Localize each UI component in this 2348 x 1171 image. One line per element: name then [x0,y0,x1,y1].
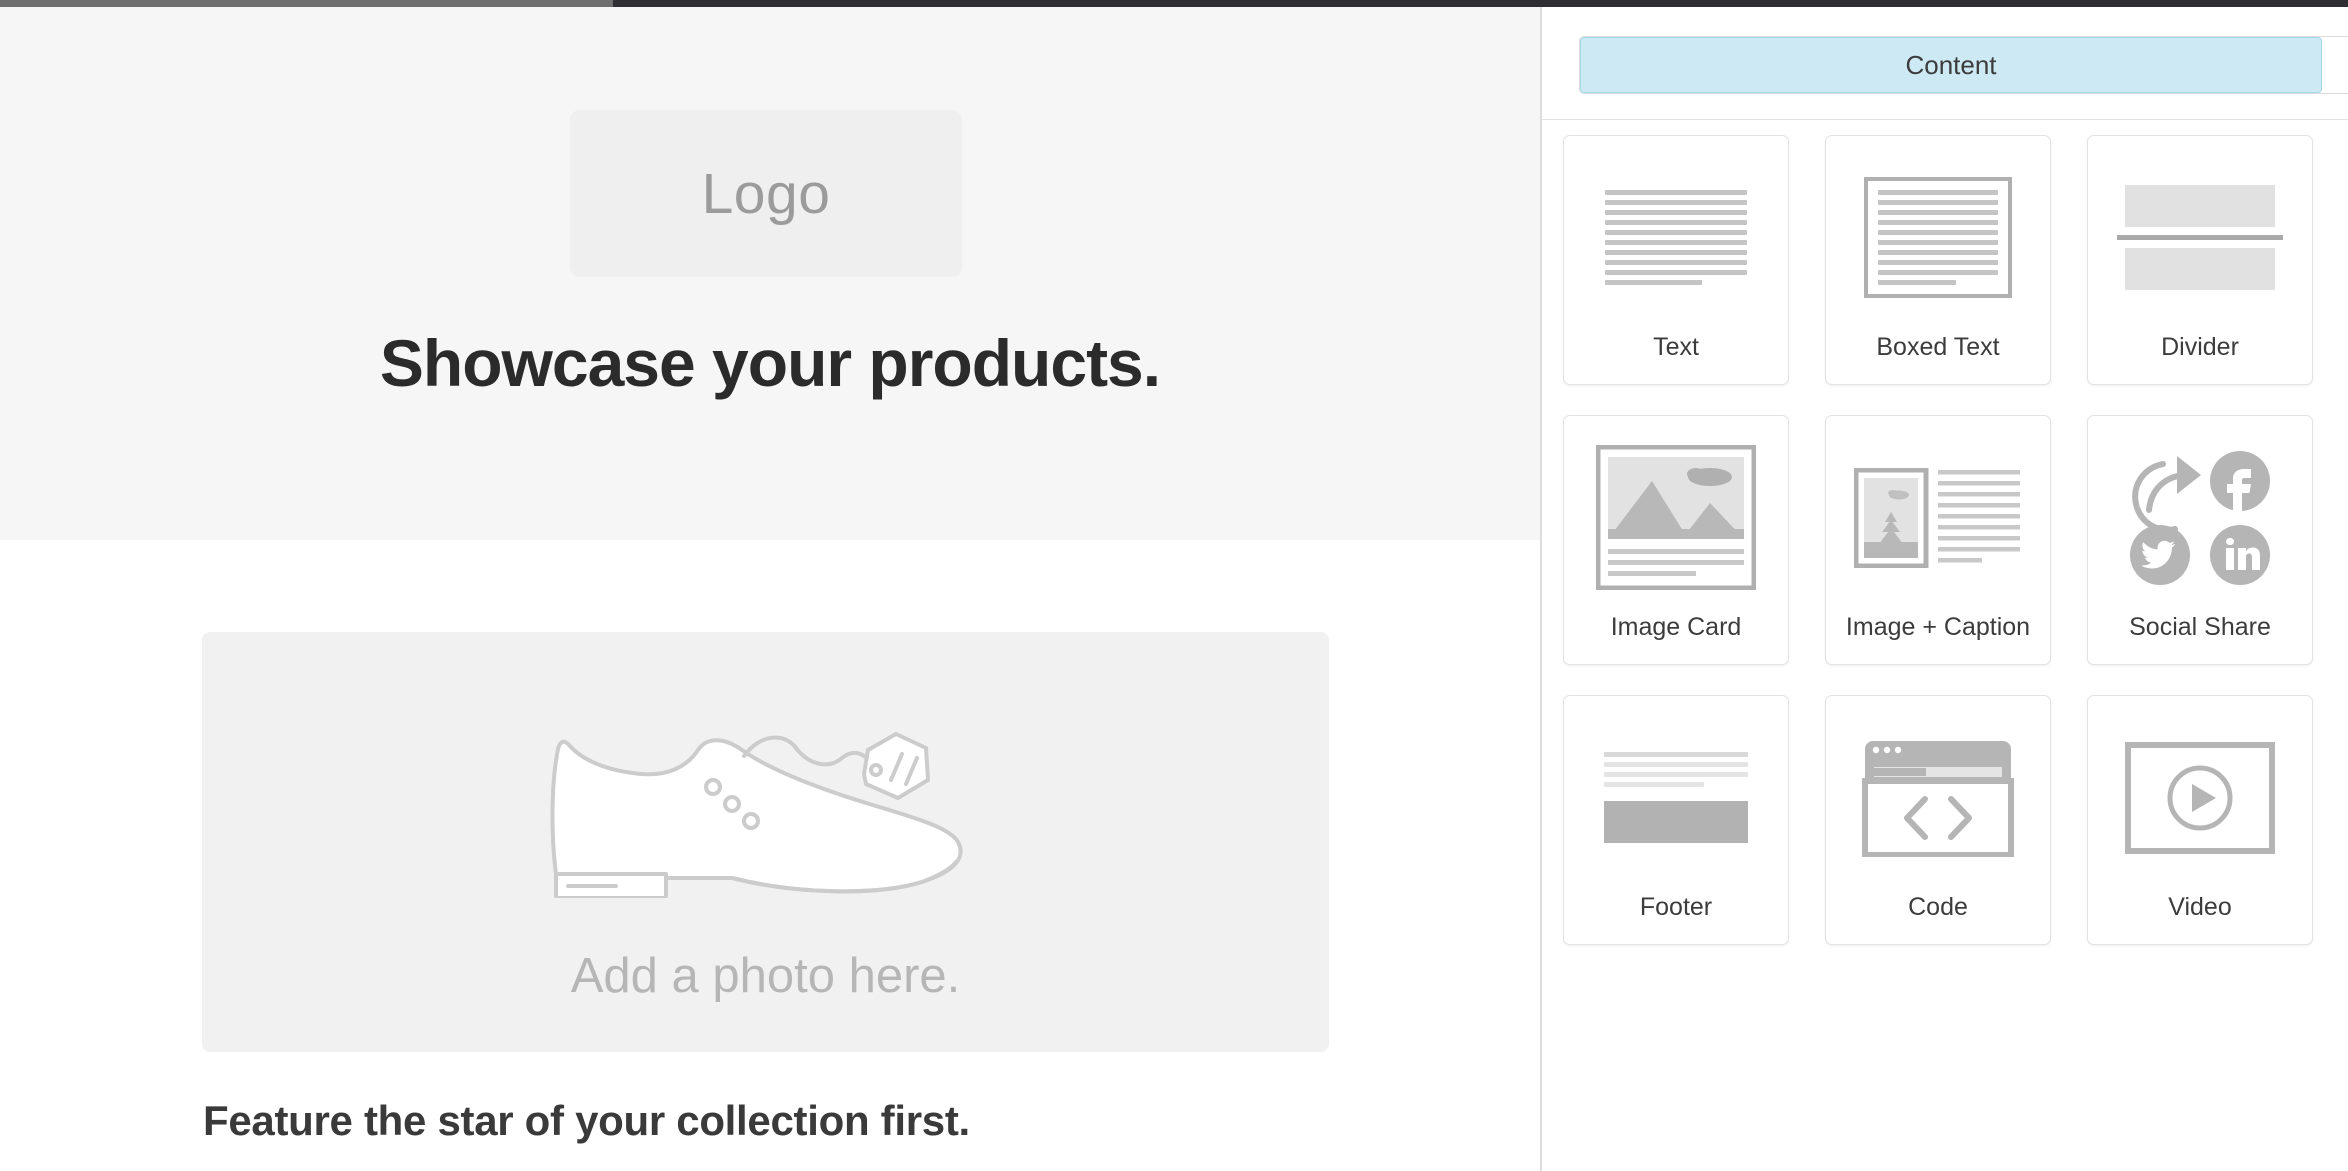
block-cell: Video [2087,695,2348,975]
block-cell: Divider [2087,135,2348,415]
window-top-strip [0,0,2348,7]
block-cell: Image Card [1563,415,1825,695]
email-preview-canvas[interactable]: Logo Showcase your products. Add a photo… [0,7,1540,1171]
segmented-tab-control[interactable]: Content [1579,36,2348,94]
block-label: Divider [2161,333,2239,361]
video-play-icon [2088,696,2312,893]
share-arrow-icon [2132,455,2201,533]
block-card-text[interactable]: Text [1563,135,1789,385]
dress-shoe-illustration-icon [546,714,986,929]
code-window-icon [1826,696,2050,893]
block-cell: Social Share [2087,415,2348,695]
block-label: Boxed Text [1876,333,2000,361]
block-label: Footer [1639,893,1713,921]
social-share-icon [2088,416,2312,613]
hero-section[interactable]: Logo Showcase your products. [0,7,1540,540]
app-root: Logo Showcase your products. Add a photo… [0,0,2348,1171]
block-card-image-card[interactable]: Image Card [1563,415,1789,665]
logo-placeholder-block[interactable]: Logo [570,110,962,277]
block-label: Image + Caption [1845,613,2031,641]
photo-placeholder-block[interactable]: Add a photo here. [202,632,1329,1052]
facebook-icon [2210,450,2270,512]
block-card-divider[interactable]: Divider [2087,135,2313,385]
divider-icon [2088,136,2312,333]
image-caption-icon [1826,416,2050,613]
block-label: Text [1653,333,1699,361]
text-lines-icon [1564,136,1788,333]
window-top-strip-left-segment [0,0,613,7]
tab-content[interactable]: Content [1580,37,2322,93]
footer-icon [1564,696,1788,893]
block-cell: Image + Caption [1825,415,2087,695]
photo-placeholder-label: Add a photo here. [570,949,961,1003]
block-card-video[interactable]: Video [2087,695,2313,945]
block-card-social-share[interactable]: Social Share [2087,415,2313,665]
sidebar-tabbar: Content [1542,7,2348,120]
block-label: Video [2168,893,2232,921]
block-card-footer[interactable]: Footer [1563,695,1789,945]
block-label: Social Share [2129,613,2271,641]
tab-content-label: Content [1905,49,1997,80]
feature-headline[interactable]: Feature the star of your collection firs… [203,1097,1403,1145]
block-cell: Text [1563,135,1825,415]
boxed-text-icon [1826,136,2050,333]
blocks-sidebar: Content Text Boxed Text Divider Image Ca… [1542,7,2348,1171]
block-cell: Code [1825,695,2087,975]
hero-headline[interactable]: Showcase your products. [0,325,1540,401]
block-card-boxed-text[interactable]: Boxed Text [1825,135,2051,385]
twitter-icon [2130,524,2190,585]
content-blocks-grid: Text Boxed Text Divider Image Card Image… [1542,120,2348,975]
block-cell: Boxed Text [1825,135,2087,415]
block-card-code[interactable]: Code [1825,695,2051,945]
image-card-icon [1564,416,1788,613]
linkedin-icon [2210,524,2270,585]
tab-secondary[interactable] [2322,37,2348,93]
block-cell: Footer [1563,695,1825,975]
block-card-image-caption[interactable]: Image + Caption [1825,415,2051,665]
block-label: Image Card [1610,613,1742,641]
logo-placeholder-label: Logo [701,161,831,226]
block-label: Code [1908,893,1968,921]
